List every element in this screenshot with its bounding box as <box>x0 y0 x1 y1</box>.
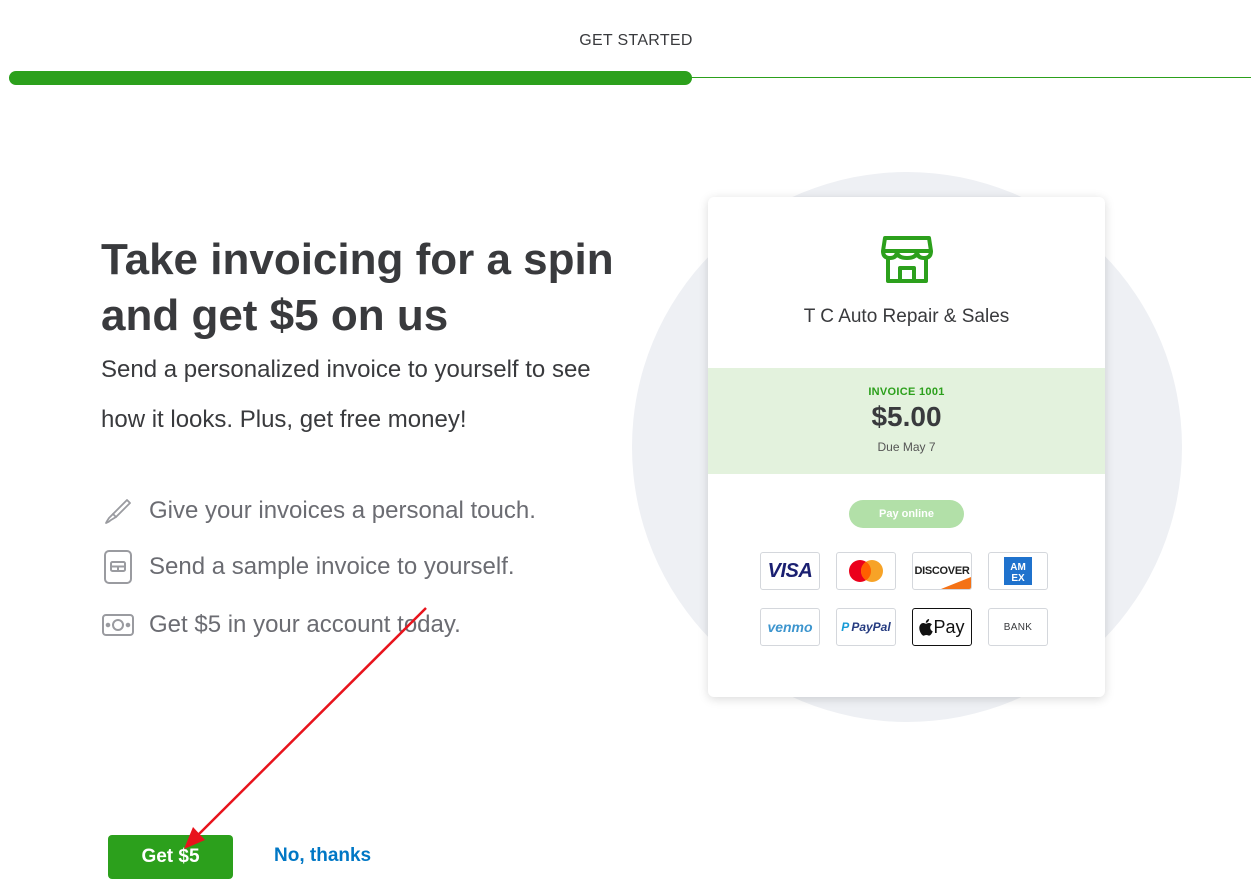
invoice-number: INVOICE 1001 <box>868 386 945 398</box>
progress-fill <box>9 71 693 85</box>
headline-line-2: and get $5 on us <box>101 291 449 340</box>
bank-logo-text: BANK <box>1003 621 1033 633</box>
page-headline: Take invoicing for a spin and get $5 on … <box>101 232 661 344</box>
discover-logo: DISCOVER <box>912 552 972 590</box>
svg-text:AM: AM <box>1010 562 1026 573</box>
paypal-p-icon: P <box>841 620 850 634</box>
feature-label: Give your invoices a personal touch. <box>149 497 536 524</box>
page-header-title: GET STARTED <box>579 32 693 49</box>
no-thanks-link[interactable]: No, thanks <box>274 845 371 867</box>
mastercard-logo <box>836 552 896 590</box>
pay-online-button: Pay online <box>849 500 964 528</box>
company-name: T C Auto Repair & Sales <box>803 306 1010 327</box>
invoice-due-date: Due May 7 <box>877 440 936 454</box>
get-5-button[interactable]: Get $5 <box>108 835 233 879</box>
invoice-icon <box>101 550 135 584</box>
apple-icon <box>919 619 934 636</box>
amex-logo: AM EX <box>988 552 1048 590</box>
feature-item-get-money: Get $5 in your account today. <box>101 608 461 642</box>
feature-label: Get $5 in your account today. <box>149 611 461 638</box>
feature-item-sample-invoice: Send a sample invoice to yourself. <box>101 550 515 584</box>
money-icon <box>101 608 135 642</box>
venmo-logo: venmo <box>760 608 820 646</box>
svg-text:EX: EX <box>1011 573 1025 584</box>
feature-item-personal-touch: Give your invoices a personal touch. <box>101 494 536 528</box>
page-subtext: Send a personalized invoice to yourself … <box>101 356 591 433</box>
storefront-icon <box>880 231 934 285</box>
visa-logo-text: VISA <box>767 559 813 582</box>
progress-bar <box>9 71 1251 85</box>
apple-pay-logo-text: Pay <box>933 616 965 637</box>
paintbrush-icon <box>101 494 135 528</box>
invoice-preview-card: T C Auto Repair & Sales INVOICE 1001 $5.… <box>708 197 1105 697</box>
apple-pay-logo: Pay <box>912 608 972 646</box>
paypal-logo: P PayPal <box>836 608 896 646</box>
feature-label: Send a sample invoice to yourself. <box>149 553 515 580</box>
visa-logo: VISA <box>760 552 820 590</box>
venmo-logo-text: venmo <box>767 619 813 635</box>
invoice-amount: $5.00 <box>871 401 942 432</box>
bank-logo: BANK <box>988 608 1048 646</box>
paypal-logo-text: PayPal <box>851 620 891 634</box>
headline-line-1: Take invoicing for a spin <box>101 235 614 284</box>
invoice-summary-band: INVOICE 1001 $5.00 Due May 7 <box>708 368 1105 474</box>
